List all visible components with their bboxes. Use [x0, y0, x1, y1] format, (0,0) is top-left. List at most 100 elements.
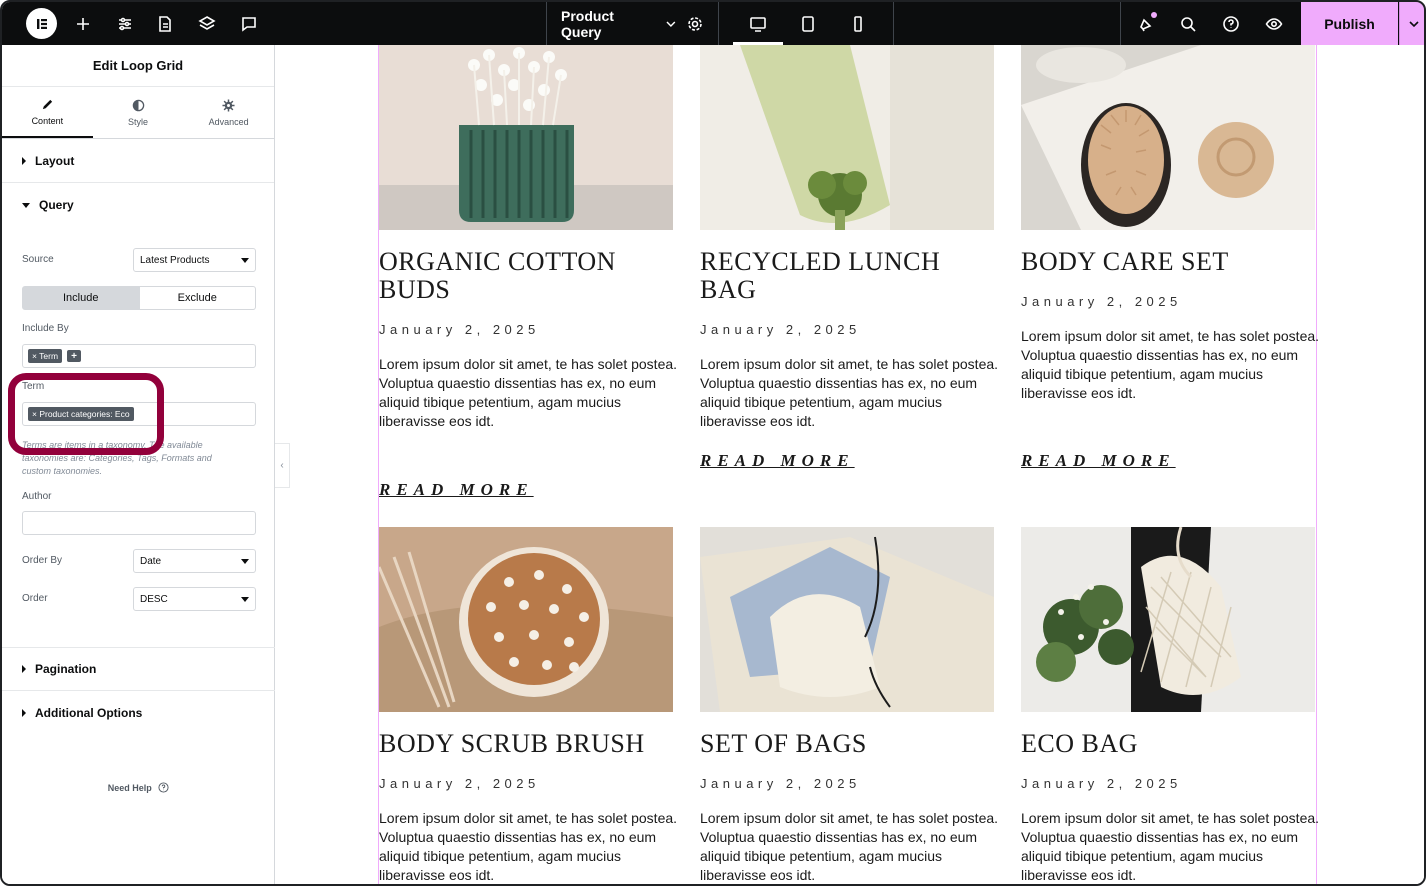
editor-panel: Edit Loop Grid Content Style Advanced La… [2, 45, 275, 884]
product-image-cotton-buds[interactable] [379, 45, 673, 230]
order-label: Order [22, 593, 48, 604]
include-by-tag[interactable]: × Term [28, 349, 63, 363]
app-window: Product Query Publish Edit Loop Grid Con… [0, 0, 1426, 886]
pencil-icon [42, 99, 52, 109]
source-select[interactable]: Latest Products [133, 248, 256, 272]
layers-icon[interactable] [186, 2, 228, 45]
product-card[interactable]: Organic Cotton Buds January 2, 2025 Lore… [379, 45, 677, 499]
order-value: DESC [140, 593, 168, 605]
preview-eye-icon[interactable] [1253, 2, 1295, 45]
product-excerpt: Lorem ipsum dolor sit amet, te has solet… [1021, 810, 1320, 883]
order-select[interactable]: DESC [133, 587, 256, 611]
section-pagination[interactable]: Pagination [2, 647, 275, 691]
order-by-value: Date [140, 555, 162, 567]
section-label: Query [39, 198, 74, 212]
section-layout[interactable]: Layout [2, 139, 274, 183]
product-date: January 2, 2025 [379, 776, 540, 791]
product-title[interactable]: Eco Bag [1021, 730, 1315, 758]
author-field[interactable] [22, 511, 256, 535]
product-card[interactable]: Recycled Lunch Bag January 2, 2025 Lorem… [700, 45, 998, 470]
tab-label: Style [128, 116, 149, 127]
document-switcher[interactable]: Product Query [546, 2, 676, 45]
dropdown-arrow-icon [241, 597, 249, 602]
help-icon [158, 782, 169, 793]
dropdown-arrow-icon [241, 559, 249, 564]
product-date: January 2, 2025 [1021, 294, 1182, 309]
section-label: Pagination [35, 662, 97, 676]
caret-right-icon [22, 665, 26, 673]
notifications-icon[interactable] [1125, 2, 1167, 45]
include-by-field[interactable]: × Term + [22, 344, 256, 368]
product-title[interactable]: Body Care Set [1021, 248, 1315, 276]
caret-right-icon [22, 156, 26, 165]
product-date: January 2, 2025 [379, 322, 540, 337]
source-label: Source [22, 254, 54, 265]
read-more-link[interactable]: READ MORE [700, 451, 855, 471]
chevron-down-icon [1409, 20, 1419, 27]
product-excerpt: Lorem ipsum dolor sit amet, te has solet… [1021, 328, 1320, 401]
product-excerpt: Lorem ipsum dolor sit amet, te has solet… [379, 356, 678, 429]
publish-button[interactable]: Publish [1301, 2, 1398, 45]
product-card[interactable]: Body Scrub Brush January 2, 2025 Lorem i… [379, 527, 677, 884]
product-excerpt: Lorem ipsum dolor sit amet, te has solet… [379, 810, 678, 883]
add-icon[interactable] [62, 2, 104, 45]
product-image-scrub-brush[interactable] [379, 527, 673, 712]
section-additional-options[interactable]: Additional Options [2, 691, 275, 735]
caret-right-icon [22, 709, 26, 717]
order-by-select[interactable]: Date [133, 549, 256, 573]
gear-icon [222, 98, 235, 112]
desktop-icon[interactable] [737, 2, 779, 45]
top-bar: Product Query Publish [2, 2, 1424, 45]
read-more-link[interactable]: READ MORE [379, 480, 534, 500]
include-exclude-toggle: Include Exclude [22, 286, 256, 310]
need-help-link[interactable]: Need Help [2, 782, 275, 793]
elementor-logo-icon[interactable] [26, 8, 57, 39]
tab-label: Content [31, 115, 64, 126]
order-by-label: Order By [22, 555, 63, 566]
author-label: Author [22, 491, 52, 502]
settings-gear-icon[interactable] [674, 2, 716, 45]
product-date: January 2, 2025 [1021, 776, 1182, 791]
product-image-eco-bag[interactable] [1021, 527, 1315, 712]
help-icon[interactable] [1210, 2, 1252, 45]
product-card[interactable]: Set of Bags January 2, 2025 Lorem ipsum … [700, 527, 998, 884]
product-image-set-of-bags[interactable] [700, 527, 994, 712]
product-card[interactable]: Body Care Set January 2, 2025 Lorem ipsu… [1021, 45, 1319, 470]
search-icon[interactable] [1167, 2, 1209, 45]
product-date: January 2, 2025 [700, 776, 861, 791]
mobile-icon[interactable] [837, 2, 879, 45]
tab-label: Advanced [208, 116, 249, 127]
publish-options-button[interactable] [1399, 2, 1424, 45]
section-query[interactable]: Query [2, 183, 274, 227]
panel-tabs: Content Style Advanced [2, 87, 274, 139]
product-image-lunch-bag[interactable] [700, 45, 994, 230]
product-title[interactable]: Body Scrub Brush [379, 730, 673, 758]
product-date: January 2, 2025 [700, 322, 861, 337]
highlight-annotation [8, 373, 164, 455]
product-title[interactable]: Recycled Lunch Bag [700, 248, 994, 304]
source-value: Latest Products [140, 254, 210, 266]
exclude-button[interactable]: Exclude [140, 287, 256, 309]
product-card[interactable]: Eco Bag January 2, 2025 Lorem ipsum dolo… [1021, 527, 1319, 884]
product-excerpt: Lorem ipsum dolor sit amet, te has solet… [700, 356, 999, 429]
product-excerpt: Lorem ipsum dolor sit amet, te has solet… [700, 810, 999, 883]
site-settings-icon[interactable] [104, 2, 146, 45]
tab-advanced[interactable]: Advanced [183, 87, 274, 138]
product-image-body-care-set[interactable] [1021, 45, 1315, 230]
half-circle-icon [132, 99, 144, 111]
product-title[interactable]: Organic Cotton Buds [379, 248, 673, 304]
need-help-label: Need Help [107, 783, 152, 793]
caret-down-icon [22, 202, 30, 208]
tab-content[interactable]: Content [2, 87, 93, 138]
product-title[interactable]: Set of Bags [700, 730, 994, 758]
add-icon[interactable]: + [67, 350, 82, 362]
read-more-link[interactable]: READ MORE [1021, 451, 1176, 471]
include-by-label: Include By [22, 323, 69, 334]
page-icon[interactable] [144, 2, 186, 45]
tab-style[interactable]: Style [93, 87, 184, 138]
include-button[interactable]: Include [23, 287, 140, 309]
section-label: Additional Options [35, 706, 143, 720]
collapse-panel-button[interactable]: ‹ [275, 443, 290, 488]
comments-icon[interactable] [228, 2, 270, 45]
tablet-icon[interactable] [787, 2, 829, 45]
